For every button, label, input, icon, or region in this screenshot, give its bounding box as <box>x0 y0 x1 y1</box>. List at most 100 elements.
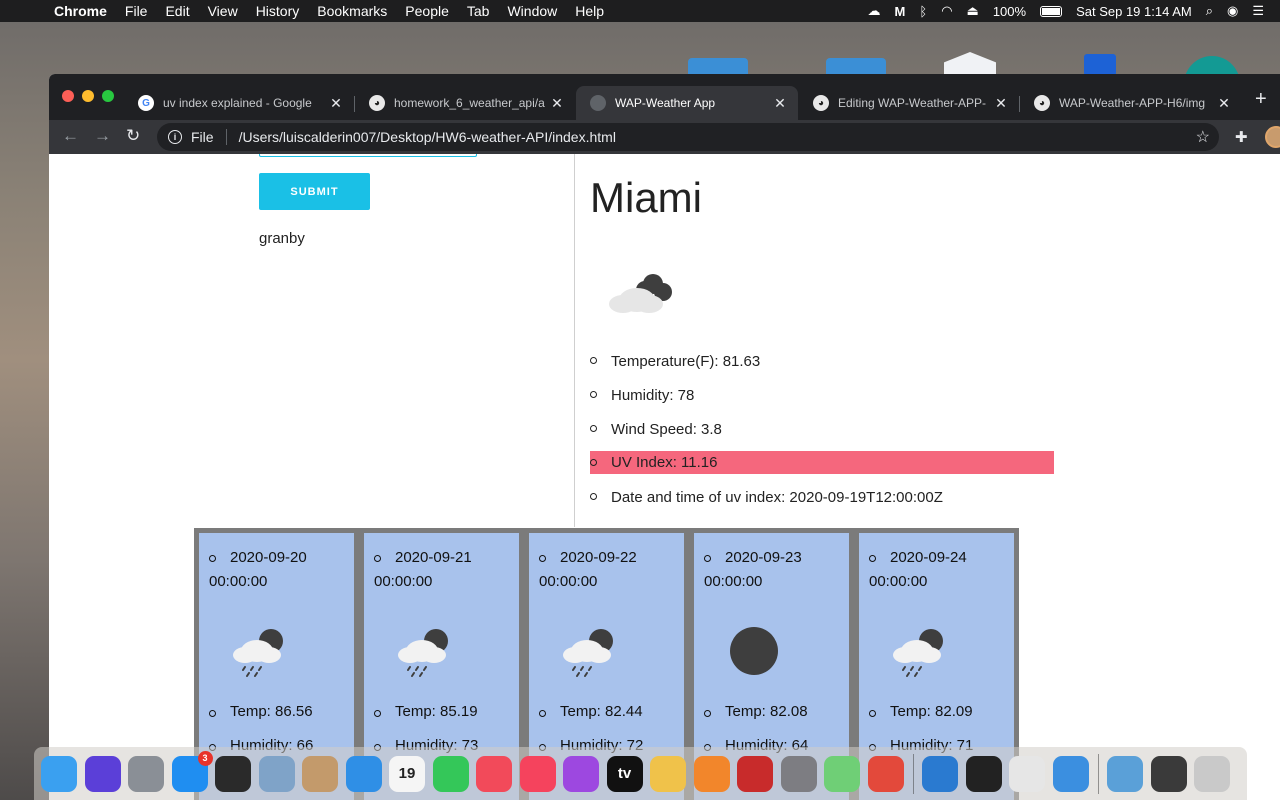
close-icon[interactable]: ✕ <box>772 95 788 112</box>
forecast-time: 00:00:00 <box>539 573 598 590</box>
books-icon[interactable] <box>693 755 730 792</box>
siri-icon[interactable] <box>84 755 121 792</box>
tab-uv-index[interactable]: G uv index explained - Google ✕ <box>124 86 354 120</box>
notification-center-icon[interactable]: ☰ <box>1252 3 1264 19</box>
photos-icon[interactable] <box>650 755 686 792</box>
airplay-icon[interactable]: ⏏ <box>967 3 979 19</box>
menu-app-chrome[interactable]: Chrome <box>54 3 107 19</box>
menu-file[interactable]: File <box>125 3 148 19</box>
maps-icon[interactable] <box>824 755 860 792</box>
desktop-box-icon[interactable] <box>1084 54 1116 76</box>
menu-history[interactable]: History <box>256 3 300 19</box>
finder-icon[interactable] <box>41 755 77 792</box>
rain-night-icon <box>396 623 456 683</box>
malwarebytes-icon[interactable]: M <box>895 4 906 19</box>
submit-button[interactable]: SUBMIT <box>259 173 370 210</box>
back-button[interactable]: ← <box>62 126 79 146</box>
apple-tv-icon[interactable]: tv <box>606 755 643 792</box>
url-text[interactable]: /Users/luiscalderin007/Desktop/HW6-weath… <box>239 129 616 145</box>
close-icon[interactable]: ✕ <box>328 95 344 112</box>
news-icon[interactable] <box>476 755 512 792</box>
rain-night-icon <box>231 623 291 683</box>
browser-window: G uv index explained - Google ✕ ◕ homewo… <box>49 74 1280 800</box>
siri-menubar-icon[interactable]: ◉ <box>1227 3 1238 19</box>
vscode-icon[interactable] <box>922 755 958 792</box>
xcode-icon[interactable] <box>1052 755 1089 792</box>
dock-separator <box>1098 753 1099 794</box>
reload-button[interactable]: ↻ <box>126 126 140 146</box>
facetime-icon[interactable] <box>432 755 469 792</box>
app-store-icon[interactable]: 3 <box>171 750 213 792</box>
activity-monitor-icon[interactable] <box>215 755 251 792</box>
new-tab-button[interactable]: + <box>1255 88 1267 111</box>
podcasts-icon[interactable] <box>563 755 599 792</box>
system-preferences-icon[interactable] <box>780 755 817 792</box>
spotlight-icon[interactable]: ⌕ <box>1206 3 1213 19</box>
bookmark-star-icon[interactable]: ☆ <box>1196 127 1210 147</box>
tab-wap-weather-app[interactable]: WAP-Weather App ✕ <box>576 86 798 120</box>
forward-button[interactable]: → <box>94 126 111 146</box>
forecast-date: 2020-09-21 00:00:00 <box>374 546 514 594</box>
safari-icon[interactable] <box>345 755 382 792</box>
column-divider <box>574 154 575 527</box>
launchpad-icon[interactable] <box>128 755 164 792</box>
current-humidity: Humidity: 78 <box>590 378 1054 412</box>
menu-bookmarks[interactable]: Bookmarks <box>317 3 387 19</box>
menu-view[interactable]: View <box>208 3 238 19</box>
close-icon[interactable]: ✕ <box>993 95 1009 112</box>
photo-booth-icon[interactable] <box>737 755 773 792</box>
tab-homework[interactable]: ◕ homework_6_weather_api/a ✕ <box>355 86 575 120</box>
terminal-icon[interactable] <box>965 755 1002 792</box>
menu-edit[interactable]: Edit <box>165 3 189 19</box>
dock: 3 19 tv <box>34 747 1247 800</box>
chrome-icon[interactable] <box>867 755 904 792</box>
downloads-folder-icon[interactable] <box>1107 755 1143 792</box>
minimize-window-button[interactable] <box>82 90 94 102</box>
menu-help[interactable]: Help <box>575 3 604 19</box>
creative-cloud-icon[interactable]: ☁ <box>868 3 881 19</box>
menu-bar: Chrome File Edit View History Bookmarks … <box>0 0 1280 22</box>
globe-icon <box>590 95 606 111</box>
menu-tab[interactable]: Tab <box>467 3 490 19</box>
omnibox-separator <box>225 129 227 145</box>
address-bar[interactable]: i File /Users/luiscalderin007/Desktop/HW… <box>157 123 1219 151</box>
tab-title: WAP-Weather-APP-H6/img <box>1059 96 1206 110</box>
url-scheme-label: File <box>191 129 214 145</box>
battery-percent: 100% <box>992 3 1027 19</box>
menubar-clock[interactable]: Sat Sep 19 1:14 AM <box>1076 4 1192 19</box>
close-icon[interactable]: ✕ <box>549 95 565 112</box>
zoom-window-button[interactable] <box>102 90 114 102</box>
tab-title: Editing WAP-Weather-APP- <box>838 96 987 110</box>
bluetooth-icon[interactable]: ᛒ <box>919 4 927 19</box>
preview-icon[interactable] <box>258 755 295 792</box>
slack-icon[interactable] <box>1009 755 1045 792</box>
menu-window[interactable]: Window <box>507 3 557 19</box>
wifi-icon[interactable]: ◠ <box>941 3 952 19</box>
tab-editing-wap[interactable]: ◕ Editing WAP-Weather-APP- ✕ <box>799 86 1019 120</box>
calendar-icon[interactable]: 19 <box>389 755 425 792</box>
rain-night-icon <box>561 623 621 683</box>
forecast-temp: Temp: 86.56 <box>209 703 313 720</box>
tab-wap-img[interactable]: ◕ WAP-Weather-APP-H6/img ✕ <box>1020 86 1242 120</box>
close-window-button[interactable] <box>62 90 74 102</box>
city-search-input[interactable] <box>259 154 477 157</box>
forecast-time: 00:00:00 <box>869 573 928 590</box>
extensions-puzzle-icon[interactable]: ✚ <box>1235 128 1248 146</box>
current-wind-speed: Wind Speed: 3.8 <box>590 412 1054 446</box>
profile-avatar[interactable] <box>1265 126 1280 148</box>
github-icon: ◕ <box>1034 95 1050 111</box>
tab-title: uv index explained - Google <box>163 96 312 110</box>
forecast-temp: Temp: 82.44 <box>539 703 643 720</box>
forecast-time: 00:00:00 <box>374 573 433 590</box>
menu-people[interactable]: People <box>405 3 449 19</box>
close-icon[interactable]: ✕ <box>1216 95 1232 112</box>
contacts-icon[interactable] <box>302 755 338 792</box>
battery-icon[interactable] <box>1040 5 1063 17</box>
forecast-date: 2020-09-23 00:00:00 <box>704 546 844 594</box>
city-title: Miami <box>590 174 702 221</box>
screenshot-stack-icon[interactable] <box>1150 755 1187 792</box>
trash-icon[interactable] <box>1194 755 1230 792</box>
search-history-item[interactable]: granby <box>259 230 305 247</box>
site-info-icon[interactable]: i <box>168 130 182 144</box>
music-icon[interactable] <box>519 755 556 792</box>
